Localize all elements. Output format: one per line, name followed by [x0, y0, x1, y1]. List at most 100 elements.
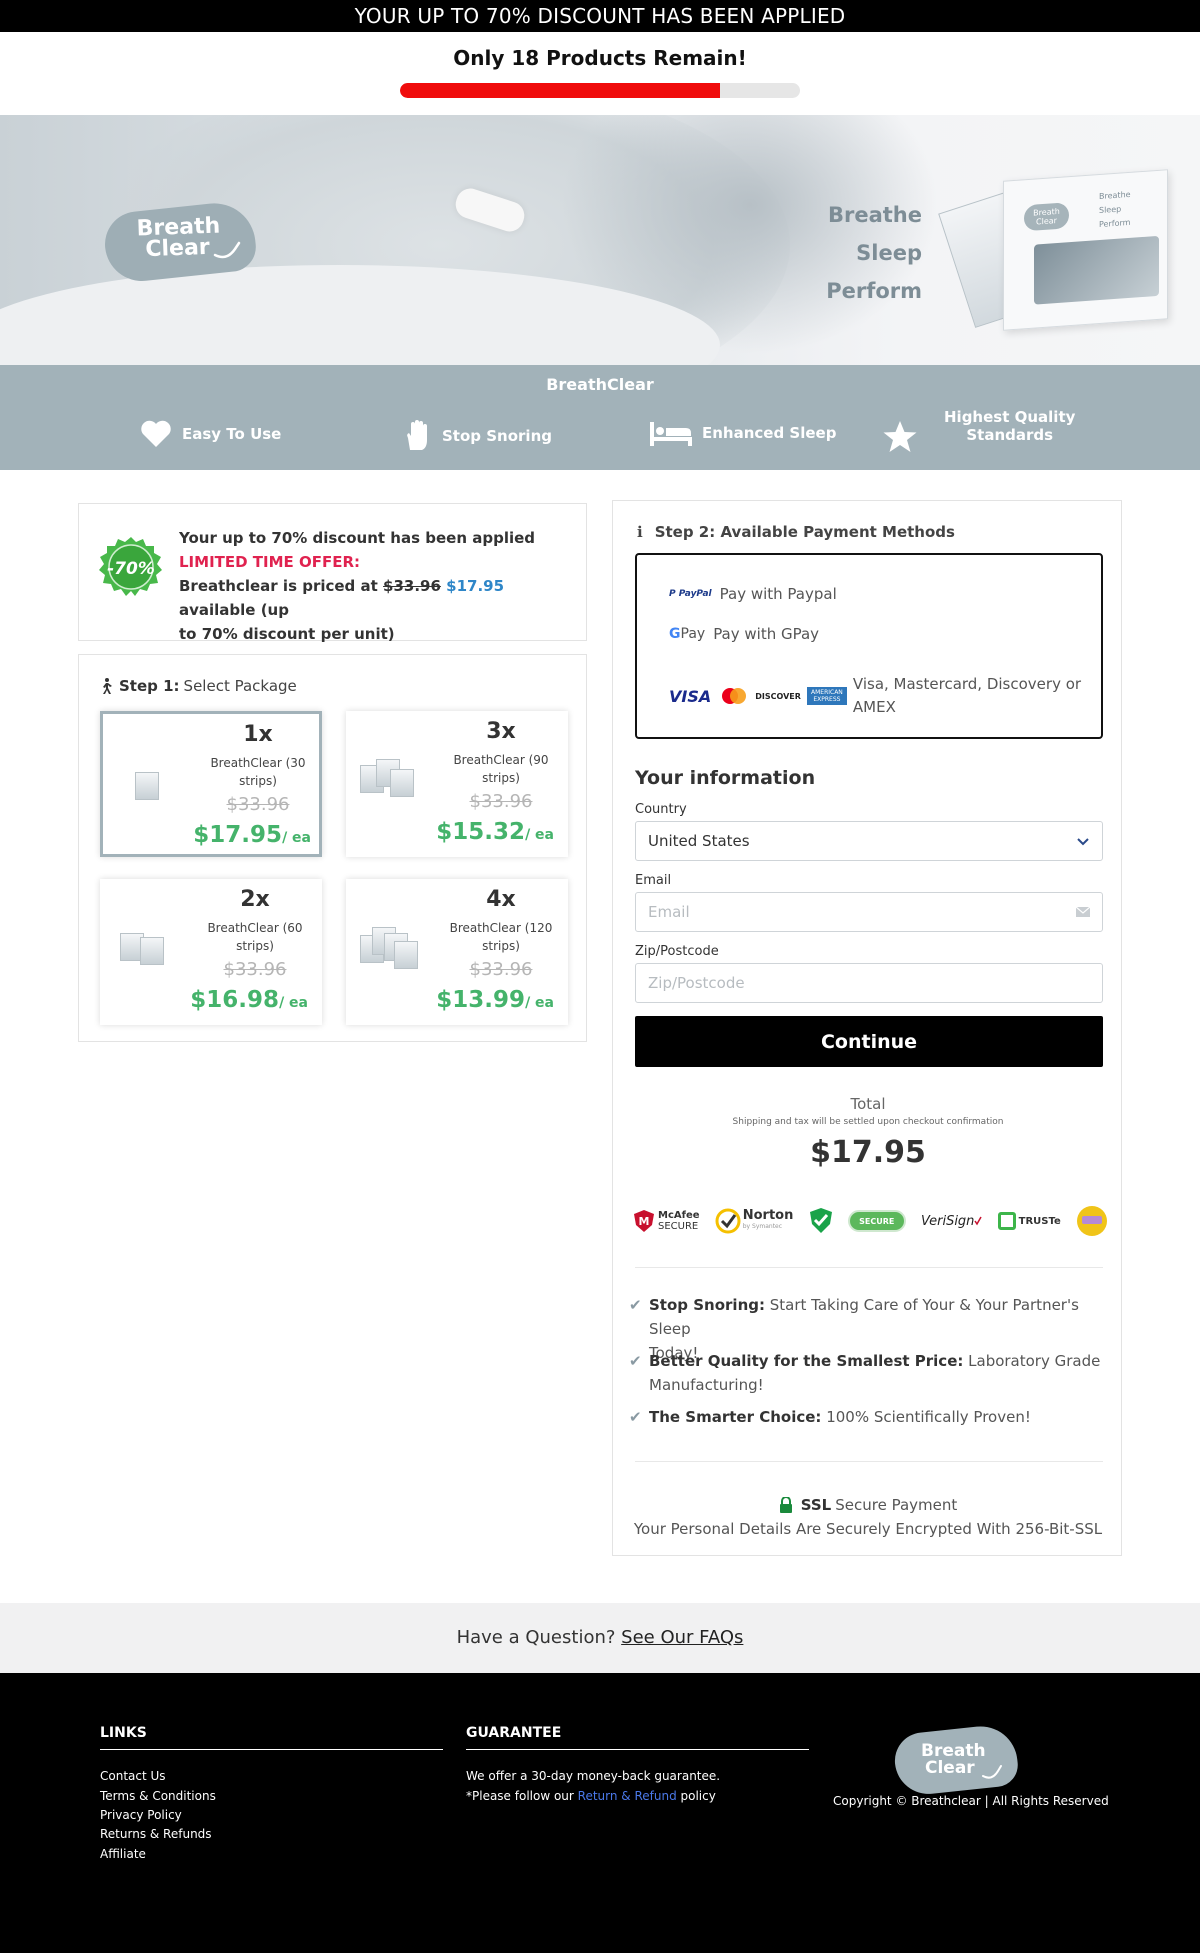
hero-tagline-perform: Perform — [826, 279, 922, 303]
lock-icon — [779, 1497, 792, 1513]
discount-card: -70% Your up to 70% discount has been ap… — [78, 503, 587, 643]
discount-line1: Your up to 70% discount has been applied — [179, 529, 536, 547]
benefits-divider-top — [635, 1267, 1103, 1268]
star-icon — [883, 421, 917, 452]
package-old-price: $33.96 — [226, 794, 290, 815]
refund-policy-link[interactable]: Return & Refund — [578, 1789, 677, 1803]
hero-product-box: Breath Clear Breathe Sleep Perform — [1003, 169, 1168, 331]
zip-label: Zip/Postcode — [635, 944, 719, 959]
paypal-icon: P PayPal — [669, 589, 712, 599]
footer-logo: Breath Clear — [892, 1722, 1025, 1798]
footer-guarantee-rule — [466, 1749, 809, 1750]
package-desc-line2: strips) — [239, 774, 277, 788]
payment-option-gpay[interactable]: GPay Pay with GPay — [669, 625, 819, 643]
benefit-title: The Smarter Choice: — [649, 1408, 822, 1426]
norton-seal: Norton by Symantec — [715, 1208, 794, 1234]
package-option-1x[interactable]: 1x BreathClear (30 strips) $33.96 $17.95/… — [100, 711, 322, 857]
card-logos: VISA DISCOVER AMERICAN EXPRESS — [669, 687, 847, 706]
package-desc-line2: strips) — [482, 939, 520, 953]
paypal-logo-text: PayPal — [678, 589, 712, 599]
truste-seal: TRUSTe — [997, 1212, 1061, 1230]
package-desc-line2: strips) — [236, 939, 274, 953]
mcafee-shield-icon: M — [634, 1210, 654, 1232]
chevron-down-icon — [1077, 837, 1089, 845]
walking-icon — [103, 678, 112, 694]
package-option-4x[interactable]: 4x BreathClear (120 strips) $33.96 $13.99… — [346, 879, 568, 1025]
benefit-title: Stop Snoring: — [649, 1296, 765, 1314]
gold-seal-icon — [1076, 1206, 1107, 1236]
features-title: BreathClear — [546, 375, 654, 394]
benefit-title: Better Quality for the Smallest Price: — [649, 1352, 964, 1370]
svg-text:M: M — [639, 1215, 650, 1228]
footer-link-terms[interactable]: Terms & Conditions — [100, 1789, 216, 1803]
discount-line4: to 70% discount per unit) — [179, 625, 395, 643]
footer-link-affiliate[interactable]: Affiliate — [100, 1847, 146, 1861]
package-qty: 4x — [486, 887, 516, 912]
package-price: $15.32/ ea — [436, 819, 566, 845]
hero-tagline-sleep: Sleep — [856, 241, 922, 265]
product-box-logo: Breath Clear — [1024, 202, 1069, 232]
ssl-subtext: Your Personal Details Are Securely Encry… — [633, 1520, 1103, 1538]
verisign-text: VeriSign — [920, 1213, 975, 1229]
gpay-label: Pay with GPay — [713, 625, 820, 643]
footer-guarantee-text: We offer a 30-day money-back guarantee. … — [466, 1766, 720, 1806]
norton-text: Norton — [742, 1208, 794, 1223]
stock-progress-fill — [400, 83, 720, 98]
package-qty: 1x — [243, 722, 273, 747]
ssl-line: SSL Secure Payment — [613, 1496, 1123, 1514]
mastercard-icon — [722, 688, 747, 704]
package-unit-suffix: / ea — [525, 995, 554, 1011]
country-label: Country — [635, 802, 687, 817]
guarantee-line2: *Please follow our Return & Refund polic… — [466, 1786, 720, 1806]
package-desc-line1: BreathClear (60 — [207, 921, 303, 935]
step1-heading: Step 1: Select Package — [99, 677, 297, 695]
ssl-title: SSL — [800, 1496, 832, 1514]
footer-link-privacy[interactable]: Privacy Policy — [100, 1808, 182, 1822]
package-option-2x[interactable]: 2x BreathClear (60 strips) $33.96 $16.98/… — [100, 879, 322, 1025]
discount-seal-icon: -70% — [99, 537, 162, 596]
verisign-seal: VeriSign — [920, 1213, 983, 1229]
hero-logo-text: Breath Clear — [136, 214, 221, 263]
payment-option-paypal[interactable]: P PayPal Pay with Paypal — [669, 585, 837, 603]
feature-quality-standards: Highest Quality Standards — [882, 408, 1075, 454]
visa-icon: VISA — [669, 686, 712, 706]
country-select[interactable]: United States — [635, 821, 1103, 861]
payment-methods-box: P PayPal Pay with Paypal GPay Pay with G… — [635, 553, 1103, 739]
feature-label: Highest Quality — [944, 408, 1076, 426]
package-desc-line2: strips) — [482, 771, 520, 785]
feature-label-line2: Standards — [966, 426, 1054, 444]
discount-seal-text: -70% — [107, 559, 155, 579]
cards-text: Visa, Mastercard, Discovery or AMEX — [852, 675, 1082, 716]
total-amount: $17.95 — [810, 1135, 926, 1170]
package-price: $17.95/ ea — [193, 822, 323, 848]
discount-line3-suffix: available (up — [179, 601, 289, 619]
step2-heading: ℹ Step 2: Available Payment Methods — [637, 523, 955, 541]
package-option-3x[interactable]: 3x BreathClear (90 strips) $33.96 $15.32/… — [346, 711, 568, 857]
features-bar: BreathClear Easy To Use Stop Snoring Enh… — [0, 365, 1200, 470]
package-old-price: $33.96 — [223, 959, 287, 980]
package-desc: BreathClear (60 strips) — [190, 919, 320, 955]
paypal-label: Pay with Paypal — [719, 585, 837, 603]
package-desc: BreathClear (90 strips) — [436, 751, 566, 787]
email-field[interactable]: Email — [635, 892, 1103, 932]
payment-option-cards[interactable]: VISA DISCOVER AMERICAN EXPRESS Visa, Mas… — [669, 673, 1083, 719]
feature-enhanced-sleep: Enhanced Sleep — [650, 420, 836, 446]
check-icon: ✔ — [629, 1352, 642, 1370]
check-icon: ✔ — [629, 1408, 642, 1426]
footer-link-returns[interactable]: Returns & Refunds — [100, 1827, 212, 1841]
total-note: Shipping and tax will be settled upon ch… — [732, 1117, 1004, 1127]
package-desc-line1: BreathClear (120 — [449, 921, 553, 935]
footer-logo-text: Breath Clear — [921, 1743, 986, 1777]
email-label: Email — [635, 873, 672, 888]
zip-field[interactable]: Zip/Postcode — [635, 963, 1103, 1003]
footer-link-contact[interactable]: Contact Us — [100, 1769, 166, 1783]
continue-button[interactable]: Continue — [635, 1016, 1103, 1067]
heart-icon — [141, 420, 171, 447]
product-box-words: Breathe Sleep Perform — [1099, 188, 1131, 232]
footer: LINKS Contact Us Terms & Conditions Priv… — [0, 1673, 1200, 1953]
package-desc-line1: BreathClear (90 — [453, 753, 549, 767]
stock-headline: Only 18 Products Remain! — [453, 46, 747, 70]
guarantee-line2-prefix: *Please follow our — [466, 1789, 578, 1803]
discount-text: Your up to 70% discount has been applied… — [179, 526, 569, 646]
faq-link[interactable]: See Our FAQs — [621, 1627, 743, 1648]
